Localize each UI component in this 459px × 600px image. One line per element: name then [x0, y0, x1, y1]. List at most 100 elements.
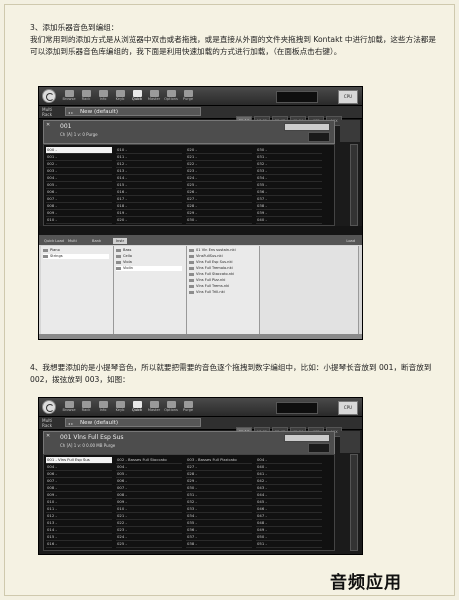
- group-slot[interactable]: 046 -: [256, 506, 322, 513]
- group-slot[interactable]: 023 -: [116, 527, 182, 534]
- close-icon[interactable]: ✕: [46, 122, 50, 128]
- pan-slider[interactable]: [284, 123, 330, 131]
- group-slot[interactable]: 032 -: [186, 499, 252, 506]
- group-slot[interactable]: 033 -: [186, 506, 252, 513]
- toolbar-keyb-button[interactable]: Keyb: [112, 90, 128, 104]
- group-slot[interactable]: 022 -: [186, 161, 252, 168]
- group-slot[interactable]: 035 -: [256, 182, 322, 189]
- group-slot[interactable]: 005 -: [116, 471, 182, 478]
- group-slot[interactable]: 014 -: [116, 175, 182, 182]
- group-slot[interactable]: 034 -: [256, 175, 322, 182]
- browser-item[interactable]: Vlns Full Esp Sus.nki: [189, 260, 255, 265]
- pan-slider[interactable]: [284, 434, 330, 442]
- toolbar-info-button[interactable]: Info: [95, 90, 111, 104]
- group-slot[interactable]: 051 -: [256, 541, 322, 548]
- browser-item[interactable]: Vlns Full Pizz.nki: [189, 278, 255, 283]
- instrument-header[interactable]: ✕ 001 Vlns Full Esp Sus Ch [A] 1 v: 0 0.…: [43, 431, 335, 455]
- browser-load-button[interactable]: Load: [343, 238, 358, 244]
- group-slot[interactable]: 001 - Vlns Full Esp Sus: [46, 457, 112, 464]
- tune-knob[interactable]: [308, 132, 330, 142]
- browser-item[interactable]: Bass: [116, 248, 182, 253]
- group-slot[interactable]: 028 -: [186, 203, 252, 210]
- browser-tab-quick-load[interactable]: Quick Load: [41, 238, 67, 244]
- browser-item[interactable]: Strings: [43, 254, 109, 259]
- group-slot[interactable]: 028 -: [186, 471, 252, 478]
- group-slot[interactable]: 039 -: [256, 210, 322, 217]
- group-slot[interactable]: 004 -: [116, 464, 182, 471]
- browser-item[interactable]: VinsFullSus.nki: [189, 254, 255, 259]
- group-slot[interactable]: 043 -: [256, 485, 322, 492]
- browser-tab-multi[interactable]: Multi: [65, 238, 80, 244]
- group-slot[interactable]: 008 -: [46, 485, 112, 492]
- group-slot[interactable]: 007 -: [46, 478, 112, 485]
- group-slot[interactable]: 047 -: [256, 513, 322, 520]
- toolbar-options-button[interactable]: Options: [163, 401, 179, 415]
- group-slot[interactable]: 004 -: [46, 175, 112, 182]
- group-slot[interactable]: 025 -: [116, 541, 182, 548]
- group-slot[interactable]: 002 -: [46, 161, 112, 168]
- toolbar-rack-button[interactable]: Rack: [78, 90, 94, 104]
- group-slot[interactable]: 007 -: [46, 196, 112, 203]
- group-slot[interactable]: 006 -: [46, 471, 112, 478]
- group-slot[interactable]: 032 -: [256, 161, 322, 168]
- browser-item[interactable]: Piano: [43, 248, 109, 253]
- group-slot[interactable]: 024 -: [116, 534, 182, 541]
- group-slot[interactable]: 004 -: [256, 457, 322, 464]
- multi-name-field[interactable]: New (default): [65, 107, 201, 117]
- group-slot[interactable]: 037 -: [186, 534, 252, 541]
- toolbar-purge-button[interactable]: Purge: [180, 401, 196, 415]
- group-slot[interactable]: 003 -: [46, 168, 112, 175]
- tune-knob[interactable]: [308, 443, 330, 453]
- browser-item[interactable]: Viola: [116, 260, 182, 265]
- group-slot[interactable]: 006 -: [116, 478, 182, 485]
- group-slot[interactable]: 044 -: [256, 492, 322, 499]
- group-slot[interactable]: 034 -: [186, 513, 252, 520]
- toolbar-master-button[interactable]: Master: [146, 90, 162, 104]
- group-slot[interactable]: 006 -: [46, 189, 112, 196]
- toolbar-quick-button[interactable]: Quick: [129, 90, 145, 104]
- browser-item[interactable]: Vlns Full Trill.nki: [189, 290, 255, 295]
- group-slot[interactable]: 004 -: [46, 464, 112, 471]
- group-slot[interactable]: 013 -: [46, 520, 112, 527]
- group-slot[interactable]: 029 -: [186, 478, 252, 485]
- group-slot[interactable]: 005 -: [46, 182, 112, 189]
- group-slot[interactable]: 017 -: [116, 196, 182, 203]
- group-slot[interactable]: 029 -: [186, 210, 252, 217]
- group-slot[interactable]: 035 -: [186, 520, 252, 527]
- group-slot[interactable]: 050 -: [256, 534, 322, 541]
- toolbar-quick-button[interactable]: Quick: [129, 401, 145, 415]
- group-slot[interactable]: 001 -: [46, 154, 112, 161]
- group-slot[interactable]: 014 -: [46, 527, 112, 534]
- group-slot[interactable]: 031 -: [186, 492, 252, 499]
- group-slot[interactable]: 038 -: [186, 541, 252, 548]
- group-slot[interactable]: 025 -: [186, 182, 252, 189]
- browser-tab-instr[interactable]: Instr: [113, 238, 128, 244]
- toolbar-info-button[interactable]: Info: [95, 401, 111, 415]
- group-slot[interactable]: 016 -: [46, 541, 112, 548]
- group-slot[interactable]: 021 -: [186, 154, 252, 161]
- group-slot[interactable]: 010 -: [46, 217, 112, 224]
- group-slot[interactable]: 009 -: [116, 499, 182, 506]
- browser-item[interactable]: Vlns Full Tremolo.nki: [189, 266, 255, 271]
- group-slot[interactable]: 000 -: [46, 147, 112, 154]
- group-slot[interactable]: 003 - Basses Full Pizzicato: [186, 457, 252, 464]
- browser-item[interactable]: Vlns Full Staccato.nki: [189, 272, 255, 277]
- group-slot[interactable]: 012 -: [46, 513, 112, 520]
- group-slot[interactable]: 015 -: [46, 534, 112, 541]
- group-slot[interactable]: 007 -: [116, 485, 182, 492]
- group-slot[interactable]: 030 -: [186, 217, 252, 224]
- browser-item[interactable]: Cello: [116, 254, 182, 259]
- group-slot[interactable]: 038 -: [256, 203, 322, 210]
- instrument-header[interactable]: ✕ 001 Ch [A] 1 v: 0 Purge: [43, 120, 335, 144]
- group-slot[interactable]: 036 -: [256, 189, 322, 196]
- toolbar-browse-button[interactable]: Browse: [61, 401, 77, 415]
- group-slot[interactable]: 041 -: [256, 471, 322, 478]
- group-slot[interactable]: 030 -: [256, 147, 322, 154]
- group-slot[interactable]: 015 -: [116, 182, 182, 189]
- group-slot[interactable]: 040 -: [256, 217, 322, 224]
- toolbar-master-button[interactable]: Master: [146, 401, 162, 415]
- group-slot[interactable]: 031 -: [256, 154, 322, 161]
- group-slot[interactable]: 020 -: [116, 217, 182, 224]
- group-slot[interactable]: 027 -: [186, 464, 252, 471]
- scrollbar[interactable]: [350, 454, 358, 551]
